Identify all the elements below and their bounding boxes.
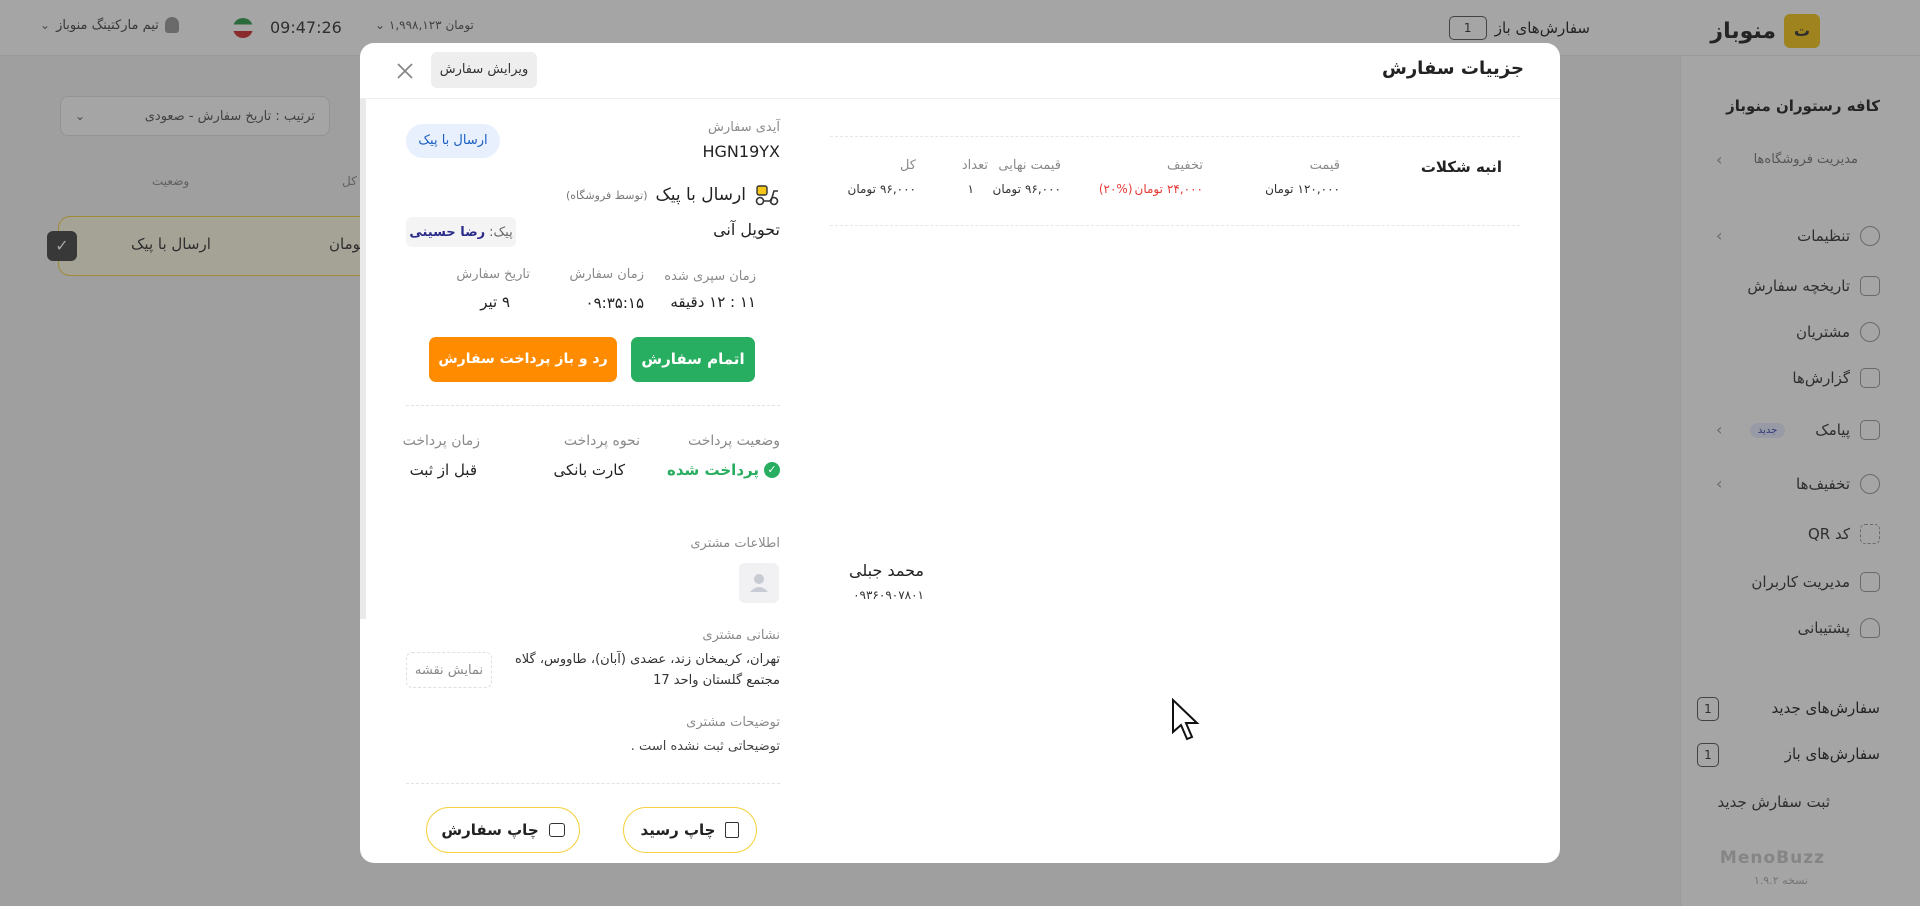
show-map-button[interactable]: نمایش نقشه [406,652,492,688]
discount-unit: تومان [1134,182,1163,196]
order-id-label: آیدی سفارش [708,120,780,135]
modal-header: جزییات سفارش ویرایش سفارش [360,43,1560,99]
order-id: HGN19YX [702,142,781,161]
discount-percent: (۲۰%) [1098,182,1133,196]
customer-phone: ۰۹۳۶۰۹۰۷۸۰۱ [853,588,924,602]
complete-order-button[interactable]: اتمام سفارش [631,337,755,382]
discount-header: تخفیف [1167,158,1203,173]
edit-order-button[interactable]: ویرایش سفارش [431,52,537,88]
reject-refund-button[interactable]: رد و باز پرداخت سفارش [429,337,617,382]
payment-method-label: نحوه پرداخت [563,433,640,449]
print-order-label: چاپ سفارش [441,821,539,839]
delivery-type: ارسال با پیک [655,185,746,205]
price-unit: تومان [1265,182,1294,196]
check-circle-icon: ✓ [764,462,780,478]
customer-address-line1: تهران، کریمخان زند، عضدی (آبان)، طاووس، … [514,652,780,667]
total-value: ۹۶,۰۰۰ [879,182,916,196]
avatar [739,563,779,603]
receipt-icon [725,822,740,838]
elapsed-label: زمان سپری شده [664,269,756,284]
item-discount: ۲۴,۰۰۰ تومان (۲۰%) [1099,182,1203,196]
elapsed-time: ۱۱ : ۱۲ دقیقه [670,293,756,311]
item-name: انبه شکلات [1420,158,1502,176]
delivery-type-row: ارسال با پیک (توسط فروشگاه) [566,183,780,207]
price-header: قیمت [1309,158,1340,173]
modal-title: جزییات سفارش [1381,58,1524,79]
delivery-note: (توسط فروشگاه) [565,188,648,202]
courier-chip: پیک: رضا حسینی [406,217,516,247]
mouse-cursor-icon [1172,698,1200,741]
payment-status-value: پرداخت شده [667,461,759,479]
user-icon [750,574,768,592]
order-time: ۰۹:۳۵:۱۵ [585,294,644,312]
print-receipt-button[interactable]: چاپ رسید [623,807,757,853]
order-time-label: زمان سفارش [569,267,644,282]
item-final-price: ۹۶,۰۰۰ تومان [993,182,1061,196]
total-header: کل [899,158,916,173]
final-price-header: قیمت نهایی [998,158,1061,173]
payment-time-label: زمان پرداخت [402,433,480,449]
final-unit: تومان [992,182,1021,196]
courier-name: رضا حسینی [409,224,486,240]
left-scroll-indicator[interactable] [360,99,366,619]
order-date: ۹ تیر [480,293,510,311]
price-value: ۱۲۰,۰۰۰ [1297,182,1341,196]
item-qty: ۱ [967,182,974,196]
discount-value: ۲۴,۰۰۰ [1166,182,1203,196]
item-price: ۱۲۰,۰۰۰ تومان [1265,182,1340,196]
print-order-button[interactable]: چاپ سفارش [426,807,580,853]
final-value: ۹۶,۰۰۰ [1024,182,1061,196]
divider [406,405,780,406]
payment-time: قبل از ثبت [409,461,477,479]
close-icon [397,63,413,79]
payment-status: ✓ پرداخت شده [667,461,780,479]
delivery-badge: ارسال با پیک [406,124,500,158]
scooter-icon [755,185,779,206]
customer-notes-label: توضیحات مشتری [686,715,780,730]
total-unit: تومان [847,182,876,196]
customer-address-label: نشانی مشتری [702,628,780,643]
divider [406,783,780,784]
items-table: انبه شکلات قیمت ۱۲۰,۰۰۰ تومان تخفیف ۲۴,۰… [830,136,1520,226]
payment-status-label: وضعیت پرداخت [688,433,780,449]
order-date-label: تاریخ سفارش [456,267,530,282]
courier-label: پیک: [489,224,513,240]
order-details-modal: جزییات سفارش ویرایش سفارش آیدی سفارش HGN… [360,43,1560,863]
close-button[interactable] [394,60,416,82]
item-total: ۹۶,۰۰۰ تومان [848,182,916,196]
qty-header: تعداد [961,158,988,173]
customer-name: محمد جبلی [849,561,924,580]
printer-icon [548,823,565,837]
print-receipt-label: چاپ رسید [640,821,716,839]
customer-address-line2: مجتمع گلستان واحد 17 [653,673,780,688]
customer-notes: توضیحاتی ثبت نشده است . [630,739,780,754]
delivery-time: تحویل آنی [713,220,780,239]
customer-info-label: اطلاعات مشتری [690,536,780,551]
payment-method: کارت بانکی [553,461,625,479]
